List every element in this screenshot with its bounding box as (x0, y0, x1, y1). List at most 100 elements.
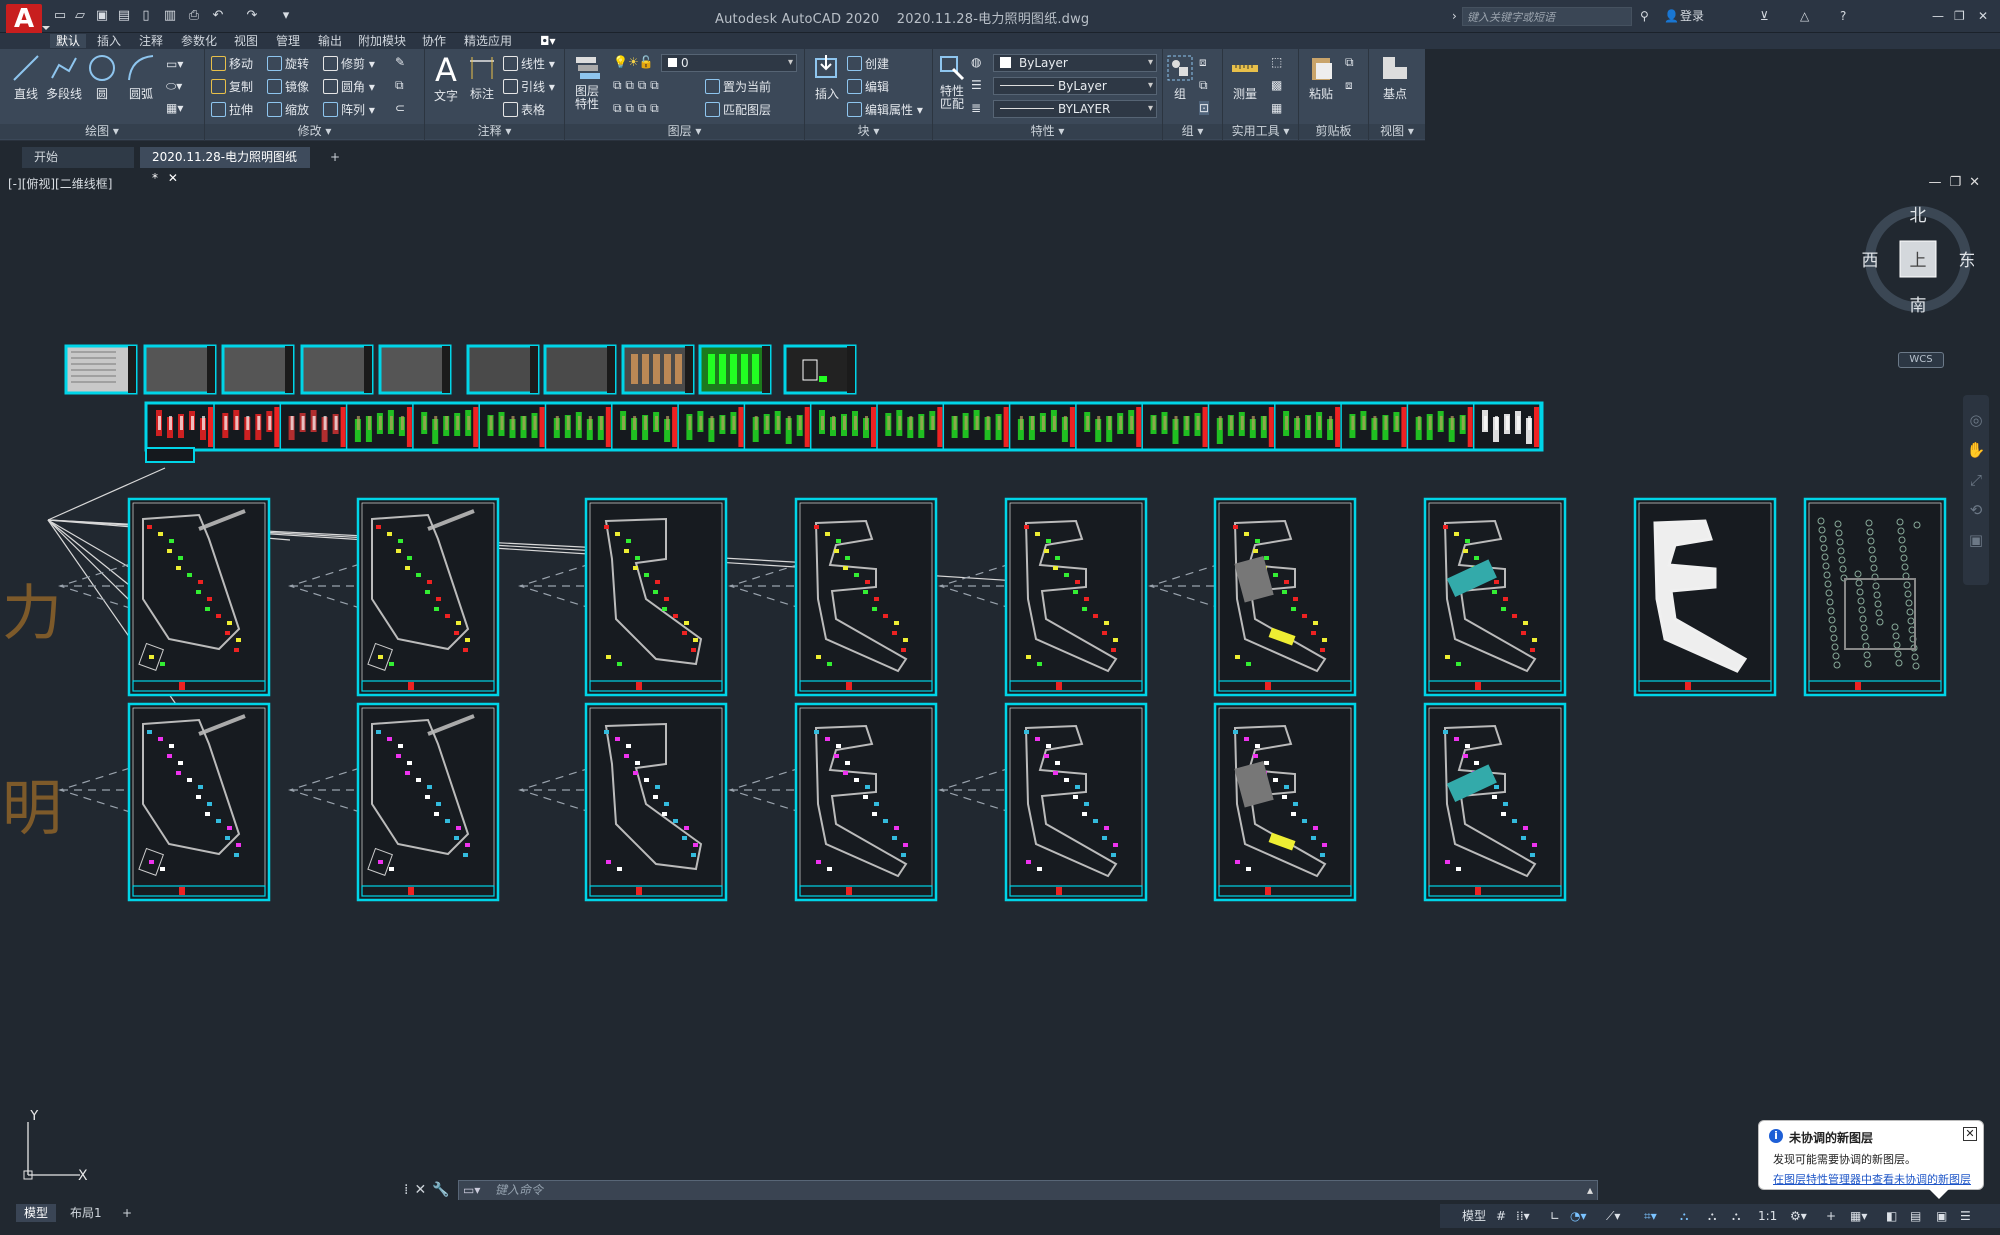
model-space-button[interactable]: 模型 (1462, 1204, 1486, 1228)
ungroup-icon[interactable]: ⧈ (1199, 55, 1207, 70)
close-tab-icon[interactable]: ✕ (168, 171, 178, 185)
view-panel-title[interactable]: 视图 ▾ (1369, 124, 1425, 139)
edit-attributes-tool[interactable]: 编辑属性 ▾ (847, 101, 923, 118)
explode-icon[interactable]: ⧉ (395, 78, 404, 93)
navbar-icons[interactable]: ◎ ✋ ⤢ ⟲ ▣ (1963, 395, 1989, 555)
user-icon[interactable]: 👤 (1664, 7, 1679, 25)
command-input[interactable]: ▭▾ 键入命令 ▴ (458, 1180, 1598, 1201)
base-point-tool[interactable]: 基点 (1377, 53, 1413, 102)
command-history-icon[interactable]: ▭▾ (463, 1181, 480, 1200)
thumbnail-sheet[interactable] (221, 344, 295, 395)
floor-plan-sheet[interactable] (1423, 497, 1567, 697)
table-tool[interactable]: 表格 (503, 101, 545, 118)
calculator-icon[interactable]: ▦ (1271, 101, 1282, 115)
a360-icon[interactable]: △ (1800, 7, 1809, 25)
create-block-tool[interactable]: 创建 (847, 55, 889, 72)
viewcube-north[interactable]: 北 (1910, 206, 1927, 226)
new-tab-button[interactable]: + (318, 147, 352, 168)
floor-plan-sheet[interactable] (584, 702, 728, 902)
thumbnail-sheet[interactable] (466, 344, 540, 395)
osnap-icon[interactable]: ⌗▾ (1644, 1204, 1657, 1228)
viewcube-face[interactable]: 上 (1910, 251, 1927, 271)
offset-icon[interactable]: ⊂ (395, 101, 405, 115)
edit-block-tool[interactable]: 编辑 (847, 78, 889, 95)
thumbnail-sheet[interactable] (64, 344, 138, 395)
add-layout-button[interactable]: + (114, 1204, 140, 1222)
scale-tool[interactable]: 缩放 (267, 101, 309, 118)
stretch-tool[interactable]: 拉伸 (211, 101, 253, 118)
dimension-tool[interactable]: 标注 (465, 53, 499, 102)
floor-plan-sheet[interactable] (1423, 702, 1567, 902)
color-wheel-icon[interactable]: ◍ (971, 55, 981, 69)
wcs-menu[interactable]: WCS (1898, 352, 1944, 368)
close-button[interactable]: ✕ (1978, 7, 1988, 25)
search-input[interactable]: 键入关键字或短语 (1462, 7, 1632, 26)
layer-tools-row1[interactable]: ⧉ ⧉ ⧉ ⧉ (613, 78, 659, 93)
workspace-gear-icon[interactable]: ⚙▾ (1790, 1204, 1807, 1228)
polyline-tool[interactable]: 多段线 (44, 53, 84, 102)
command-expand-icon[interactable]: ▴ (1587, 1181, 1593, 1200)
print-icon[interactable]: ⎙ (186, 9, 202, 23)
block-panel-title[interactable]: 块 ▾ (805, 124, 932, 139)
thumbnail-sheet[interactable] (300, 344, 374, 395)
text-tool[interactable]: A 文字 (429, 53, 463, 104)
mirror-tool[interactable]: 镜像 (267, 78, 309, 95)
floor-plan-sheet[interactable] (584, 497, 728, 697)
hatch-icon[interactable]: ⬭▾ (166, 79, 182, 94)
app-menu-button[interactable]: A (6, 4, 50, 36)
linear-tool[interactable]: 线性 ▾ (503, 55, 555, 72)
annotation-visibility-icon[interactable]: ⛬ (1680, 1204, 1688, 1228)
trim-tool[interactable]: 修剪 ▾ (323, 55, 375, 72)
lineweight-dropdown[interactable]: BYLAYER (993, 100, 1157, 118)
floor-plan-sheet[interactable] (1803, 497, 1947, 697)
command-line-tools[interactable]: ⁞✕🔧 (404, 1182, 456, 1198)
annotation-panel-title[interactable]: 注释 ▾ (425, 124, 564, 139)
customize-quick-access-icon[interactable]: ▾ (278, 9, 294, 23)
polar-icon[interactable]: ◔▾ (1570, 1204, 1587, 1228)
linetype-icon[interactable]: ☰ (971, 78, 982, 92)
select-all-icon[interactable]: ▩ (1271, 78, 1282, 92)
viewcube-west[interactable]: 西 (1862, 251, 1879, 271)
thumbnail-sheet[interactable] (621, 344, 695, 395)
floor-plan-sheet[interactable] (1633, 497, 1777, 697)
layers-panel-title[interactable]: 图层 ▾ (565, 124, 804, 139)
auto-scale-icon[interactable]: ⛬ (1708, 1204, 1716, 1228)
new-file-icon[interactable]: ▭ (52, 9, 68, 23)
paste-tool[interactable]: 粘贴 (1303, 53, 1339, 102)
floor-plan-sheet[interactable] (356, 702, 500, 902)
floor-plan-sheet[interactable] (794, 497, 938, 697)
grid-icon[interactable]: # (1496, 1204, 1506, 1228)
redo-icon[interactable]: ↷ (244, 9, 260, 23)
tab-addins[interactable]: 附加模块 (358, 34, 406, 48)
notification-link[interactable]: 在图层特性管理器中查看未协调的新图层 (1773, 1171, 1971, 1187)
layer-dropdown[interactable]: 0 (661, 54, 797, 72)
arc-tool[interactable]: 圆弧 (124, 53, 158, 102)
properties-panel-title[interactable]: 特性 ▾ (933, 124, 1162, 139)
tab-model[interactable]: 模型 (16, 1204, 57, 1222)
undo-icon[interactable]: ↶ (210, 9, 226, 23)
utilities-panel-title[interactable]: 实用工具 ▾ (1223, 124, 1298, 139)
group-tool[interactable]: 组 (1165, 53, 1195, 102)
tab-output[interactable]: 输出 (318, 34, 342, 48)
viewcube-east[interactable]: 东 (1959, 251, 1975, 271)
cloud-save-icon[interactable]: ▥ (162, 9, 178, 23)
cart-icon[interactable]: ⊻ (1760, 7, 1769, 25)
search-expand-icon[interactable]: › (1452, 7, 1457, 25)
layer-tools-row2[interactable]: ⧉ ⧉ ⧉ ⧉ (613, 101, 659, 116)
isolate-objects-icon[interactable]: ◧ (1886, 1204, 1897, 1228)
quick-select-icon[interactable]: ⬚ (1271, 55, 1282, 69)
match-layer-tool[interactable]: 匹配图层 (705, 101, 771, 118)
layer-properties-tool[interactable]: 图层特性 (569, 53, 605, 111)
tab-collaborate[interactable]: 协作 (422, 34, 446, 48)
thumbnail-sheet[interactable] (143, 344, 217, 395)
fillet-tool[interactable]: 圆角 ▾ (323, 78, 375, 95)
floor-plan-sheet[interactable] (127, 702, 271, 902)
floor-plan-sheet[interactable] (1004, 497, 1148, 697)
move-tool[interactable]: 移动 (211, 55, 253, 72)
viewcube-south[interactable]: 南 (1910, 296, 1927, 315)
line-tool[interactable]: 直线 (8, 53, 44, 102)
hardware-acceleration-icon[interactable]: ▤ (1910, 1204, 1921, 1228)
floor-plan-sheet[interactable] (794, 702, 938, 902)
thumbnail-sheet[interactable] (783, 344, 857, 395)
tab-parametric[interactable]: 参数化 (181, 34, 217, 48)
